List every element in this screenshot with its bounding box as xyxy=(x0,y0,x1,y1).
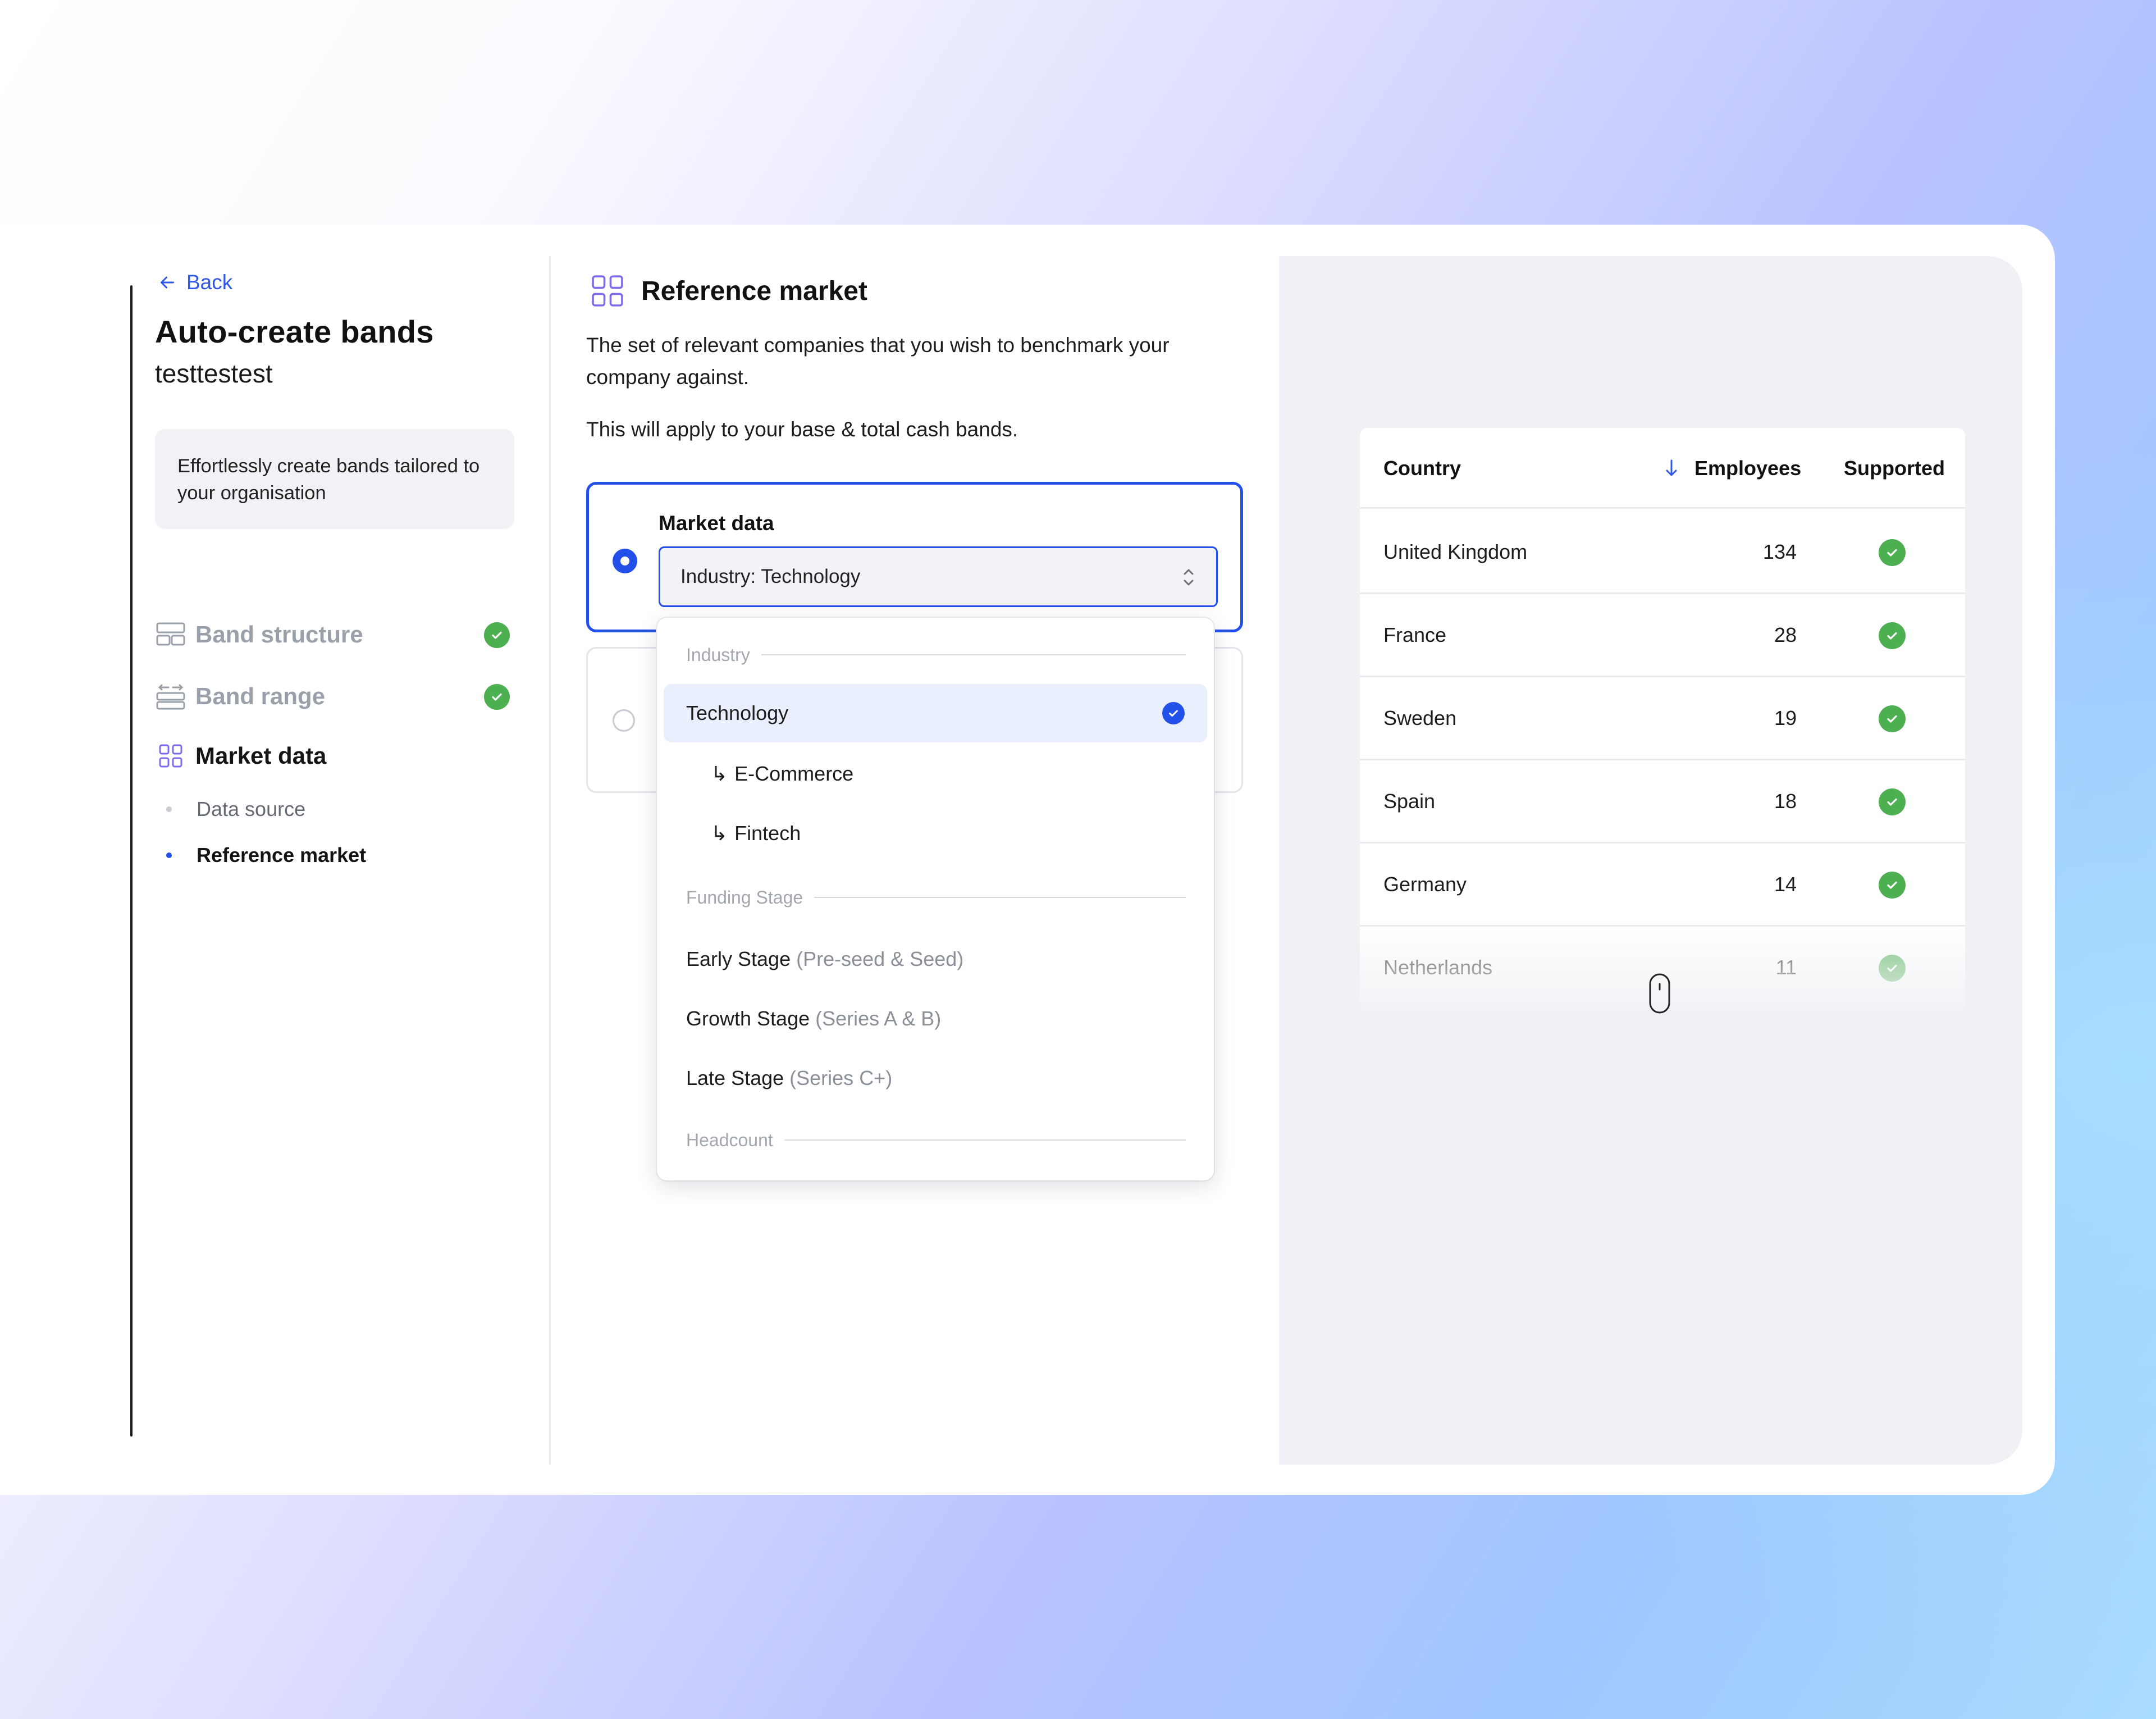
section-note: This will apply to your base & total cas… xyxy=(586,418,1018,441)
option-detail: (Series C+) xyxy=(789,1066,893,1089)
table-row: Sweden 19 xyxy=(1360,677,1965,760)
employees-cell: 14 xyxy=(1774,872,1797,896)
group-rule xyxy=(761,654,1186,655)
option-late-stage[interactable]: Late Stage (Series C+) xyxy=(664,1049,1207,1107)
option-early-stage[interactable]: Early Stage (Pre-seed & Seed) xyxy=(664,930,1207,988)
option-label: Technology xyxy=(686,701,789,724)
back-label: Back xyxy=(186,271,233,294)
group-header-headcount: Headcount xyxy=(686,1128,1186,1152)
sub-arrow-icon: ↳ xyxy=(711,822,728,845)
market-data-option-card[interactable]: Market data Industry: Technology xyxy=(586,482,1243,632)
sub-arrow-icon: ↳ xyxy=(711,762,728,785)
check-circle-icon xyxy=(1879,955,1906,982)
sort-header-employees[interactable]: Employees xyxy=(1663,428,1801,509)
option-label: Late Stage xyxy=(686,1066,784,1089)
group-label: Funding Stage xyxy=(686,887,803,908)
step-label: Band structure xyxy=(195,621,363,648)
step-label: Band range xyxy=(195,683,326,709)
group-header-funding-stage: Funding Stage xyxy=(686,885,1186,910)
left-edge-line xyxy=(130,285,133,1437)
table-row: France 28 xyxy=(1360,594,1965,677)
employees-cell: 134 xyxy=(1762,540,1797,563)
sidebar: Back Auto-create bands testtestest Effor… xyxy=(155,271,514,1428)
mouse-scroll-icon xyxy=(1649,973,1670,1014)
option-e-commerce[interactable]: ↳ E-Commerce xyxy=(664,745,1207,803)
option-detail: (Series A & B) xyxy=(815,1007,942,1030)
table-header: Country Employees Supported xyxy=(1360,428,1965,509)
arrow-down-icon xyxy=(1666,459,1677,476)
header-country[interactable]: Country xyxy=(1383,428,1461,509)
option-label: Market data xyxy=(659,512,774,535)
group-label: Industry xyxy=(686,644,750,665)
check-circle-icon xyxy=(1879,622,1906,649)
group-rule xyxy=(814,897,1186,898)
preview-panel: Country Employees Supported United Kingd… xyxy=(1279,256,2022,1465)
country-cell: Spain xyxy=(1383,789,1436,813)
check-circle-icon xyxy=(1879,539,1906,566)
step-label: Market data xyxy=(195,742,327,769)
bullet-dot xyxy=(166,806,172,812)
band-structure-icon xyxy=(155,619,186,650)
header-employees: Employees xyxy=(1694,457,1802,480)
group-rule xyxy=(784,1139,1186,1141)
country-table: Country Employees Supported United Kingd… xyxy=(1360,428,1965,1010)
employees-cell: 18 xyxy=(1774,789,1797,813)
app-window: Back Auto-create bands testtestest Effor… xyxy=(0,225,2055,1495)
chevron-up-down-icon xyxy=(1184,569,1194,586)
employees-cell: 19 xyxy=(1774,706,1797,729)
info-box: Effortlessly create bands tailored to yo… xyxy=(155,429,514,529)
industry-dropdown-menu: Industry Technology ↳ E-Commerce ↳ Fintech… xyxy=(657,618,1214,1180)
check-circle-icon xyxy=(1879,872,1906,899)
table-row: United Kingdom 134 xyxy=(1360,511,1965,594)
option-label: Growth Stage xyxy=(686,1007,810,1030)
step-band-structure[interactable]: Band structure xyxy=(155,617,514,653)
grid-icon xyxy=(155,740,186,772)
option-growth-stage[interactable]: Growth Stage (Series A & B) xyxy=(664,990,1207,1048)
check-circle-icon xyxy=(1879,705,1906,732)
page-subtitle: testtestest xyxy=(155,359,273,388)
employees-cell: 28 xyxy=(1774,623,1797,646)
sub-step-reference-market[interactable]: Reference market xyxy=(166,843,366,867)
band-range-icon xyxy=(155,681,186,712)
employees-cell: 11 xyxy=(1775,955,1797,979)
bullet-dot xyxy=(166,852,172,858)
option-label: Fintech xyxy=(734,822,801,845)
section-description: The set of relevant companies that you w… xyxy=(586,334,1170,389)
check-circle-icon xyxy=(1162,702,1185,724)
check-circle-icon xyxy=(484,684,510,710)
radio-selected[interactable] xyxy=(613,549,637,573)
country-cell: Sweden xyxy=(1383,706,1457,729)
radio-unselected[interactable] xyxy=(613,709,635,732)
select-value: Industry: Technology xyxy=(680,566,861,587)
sub-step-label: Reference market xyxy=(197,843,367,867)
arrow-left-icon xyxy=(161,276,174,289)
option-label: E-Commerce xyxy=(734,762,854,785)
step-band-range[interactable]: Band range xyxy=(155,678,514,714)
back-link[interactable]: Back xyxy=(157,271,232,294)
header-supported[interactable]: Supported xyxy=(1844,428,1945,509)
step-market-data[interactable]: Market data xyxy=(155,738,514,774)
table-row: Germany 14 xyxy=(1360,843,1965,927)
country-cell: Germany xyxy=(1383,872,1467,896)
check-circle-icon xyxy=(484,622,510,648)
option-label: Early Stage xyxy=(686,947,791,970)
option-fintech[interactable]: ↳ Fintech xyxy=(664,804,1207,863)
group-header-industry: Industry xyxy=(686,642,1186,667)
country-cell: United Kingdom xyxy=(1383,540,1528,563)
section-header: Reference market xyxy=(591,274,867,308)
sidebar-divider xyxy=(549,256,551,1465)
country-cell: Netherlands xyxy=(1383,955,1493,979)
country-cell: France xyxy=(1383,623,1447,646)
option-detail: (Pre-seed & Seed) xyxy=(796,947,964,970)
grid-icon xyxy=(592,275,623,307)
sub-step-label: Data source xyxy=(197,797,306,820)
section-title: Reference market xyxy=(641,276,867,306)
industry-select[interactable]: Industry: Technology xyxy=(659,546,1218,607)
group-label: Headcount xyxy=(686,1129,773,1150)
table-row: Spain 18 xyxy=(1360,760,1965,843)
sub-step-data-source[interactable]: Data source xyxy=(166,797,305,821)
check-circle-icon xyxy=(1879,788,1906,815)
option-technology[interactable]: Technology xyxy=(664,684,1207,742)
page-title: Auto-create bands xyxy=(155,314,434,349)
